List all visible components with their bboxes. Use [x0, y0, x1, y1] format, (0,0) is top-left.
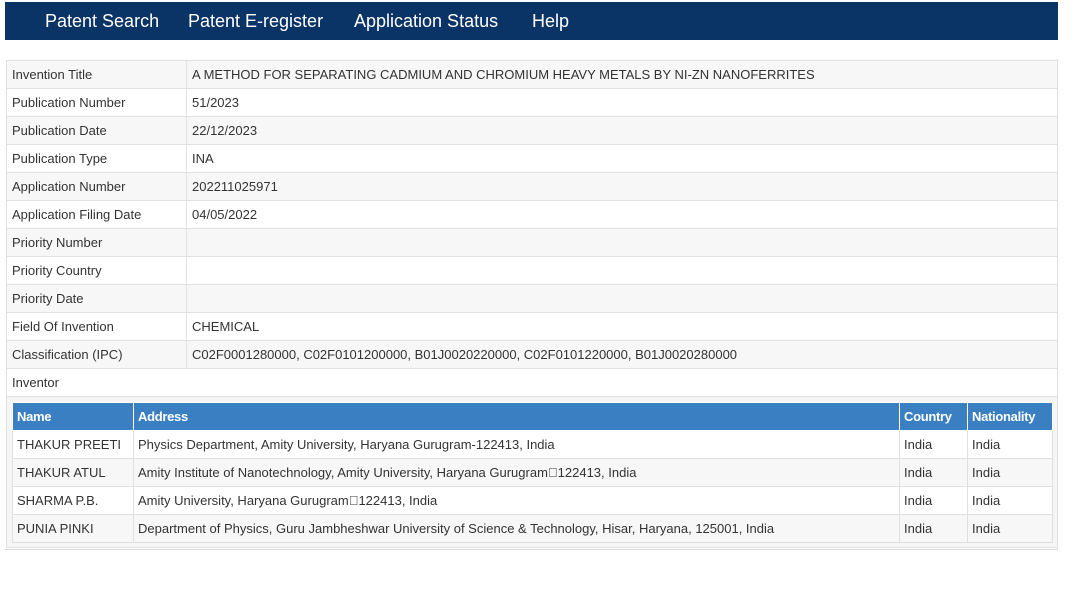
column-header-address: Address: [133, 402, 900, 431]
detail-row-inventor: Inventor: [6, 368, 1058, 397]
detail-row-priority-date: Priority Date: [6, 284, 1058, 313]
column-header-name: Name: [12, 402, 134, 431]
detail-row-publication-type: Publication Type INA: [6, 144, 1058, 173]
inventor-nationality: India: [967, 458, 1053, 487]
inventor-row: PUNIA PINKI Department of Physics, Guru …: [12, 514, 1053, 543]
column-header-nationality: Nationality: [967, 402, 1053, 431]
inventor-row: THAKUR ATUL Amity Institute of Nanotechn…: [12, 458, 1053, 487]
inventor-name: SHARMA P.B.: [12, 486, 134, 515]
nav-patent-search[interactable]: Patent Search: [45, 11, 159, 32]
detail-label: Priority Country: [6, 256, 187, 285]
detail-value: C02F0001280000, C02F0101200000, B01J0020…: [186, 340, 1058, 369]
inventor-country: India: [899, 514, 968, 543]
detail-value: 22/12/2023: [186, 116, 1058, 145]
detail-label: Publication Number: [6, 88, 187, 117]
inventor-address: Physics Department, Amity University, Ha…: [133, 430, 900, 459]
inventor-nationality: India: [967, 486, 1053, 515]
inventor-nationality: India: [967, 430, 1053, 459]
detail-value: 04/05/2022: [186, 200, 1058, 229]
inventor-country: India: [899, 430, 968, 459]
inventor-address: Amity University, Haryana Gurugram 12241…: [133, 486, 900, 515]
inventor-row: THAKUR PREETI Physics Department, Amity …: [12, 430, 1053, 459]
inventor-name: THAKUR PREETI: [12, 430, 134, 459]
detail-value: CHEMICAL: [186, 312, 1058, 341]
detail-value: A METHOD FOR SEPARATING CADMIUM AND CHRO…: [186, 60, 1058, 89]
detail-row-priority-country: Priority Country: [6, 256, 1058, 285]
detail-label: Field Of Invention: [6, 312, 187, 341]
detail-value: [186, 284, 1058, 313]
detail-value: 51/2023: [186, 88, 1058, 117]
nav-help[interactable]: Help: [532, 11, 569, 32]
detail-label: Invention Title: [6, 60, 187, 89]
detail-row-priority-number: Priority Number: [6, 228, 1058, 257]
top-navbar: Patent Search Patent E-register Applicat…: [5, 2, 1058, 40]
inventor-nationality: India: [967, 514, 1053, 543]
inventors-table: Name Address Country Nationality THAKUR …: [12, 402, 1053, 543]
detail-row-field-of-invention: Field Of Invention CHEMICAL: [6, 312, 1058, 341]
nav-application-status[interactable]: Application Status: [354, 11, 498, 32]
detail-row-application-number: Application Number 202211025971: [6, 172, 1058, 201]
detail-label: Inventor: [6, 368, 187, 397]
nav-patent-e-register[interactable]: Patent E-register: [188, 11, 323, 32]
detail-value: [186, 228, 1058, 257]
detail-value: 202211025971: [186, 172, 1058, 201]
detail-value: [186, 368, 1058, 397]
inventor-country: India: [899, 486, 968, 515]
detail-row-publication-date: Publication Date 22/12/2023: [6, 116, 1058, 145]
detail-label: Classification (IPC): [6, 340, 187, 369]
column-header-country: Country: [899, 402, 968, 431]
inventor-country: India: [899, 458, 968, 487]
detail-row-invention-title: Invention Title A METHOD FOR SEPARATING …: [6, 60, 1058, 89]
subheader-bar: [5, 40, 1058, 59]
detail-label: Priority Date: [6, 284, 187, 313]
detail-row-classification-ipc: Classification (IPC) C02F0001280000, C02…: [6, 340, 1058, 369]
detail-row-application-filing-date: Application Filing Date 04/05/2022: [6, 200, 1058, 229]
application-details-table: Invention Title A METHOD FOR SEPARATING …: [6, 60, 1058, 397]
detail-value: INA: [186, 144, 1058, 173]
inventor-address: Department of Physics, Guru Jambheshwar …: [133, 514, 900, 543]
detail-value: [186, 256, 1058, 285]
detail-label: Publication Date: [6, 116, 187, 145]
inventor-row: SHARMA P.B. Amity University, Haryana Gu…: [12, 486, 1053, 515]
inventor-name: PUNIA PINKI: [12, 514, 134, 543]
detail-label: Priority Number: [6, 228, 187, 257]
detail-label: Publication Type: [6, 144, 187, 173]
detail-row-publication-number: Publication Number 51/2023: [6, 88, 1058, 117]
detail-label: Application Number: [6, 172, 187, 201]
inventors-header-row: Name Address Country Nationality: [12, 402, 1053, 431]
inventors-panel: Name Address Country Nationality THAKUR …: [6, 396, 1058, 548]
detail-label: Application Filing Date: [6, 200, 187, 229]
inventor-name: THAKUR ATUL: [12, 458, 134, 487]
inventor-address: Amity Institute of Nanotechnology, Amity…: [133, 458, 900, 487]
